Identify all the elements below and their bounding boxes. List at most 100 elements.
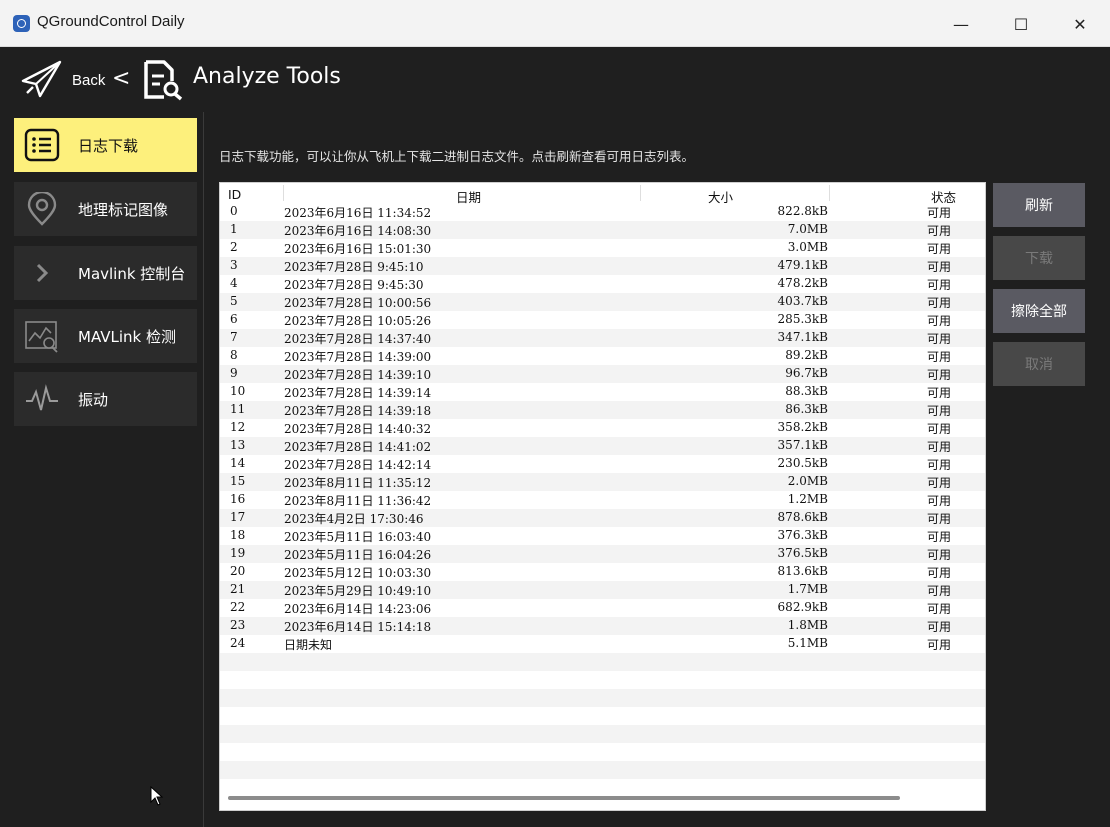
table-row[interactable]: 16 2023年8月11日 11:36:42 1.2MB 可用: [220, 491, 985, 509]
page-title: Analyze Tools: [193, 64, 341, 89]
cell-size: 822.8kB: [777, 204, 828, 218]
cell-size: 86.3kB: [785, 402, 828, 416]
table-row[interactable]: 14 2023年7月28日 14:42:14 230.5kB 可用: [220, 455, 985, 473]
table-row[interactable]: 13 2023年7月28日 14:41:02 357.1kB 可用: [220, 437, 985, 455]
table-row[interactable]: 8 2023年7月28日 14:39:00 89.2kB 可用: [220, 347, 985, 365]
cell-size: 682.9kB: [777, 600, 828, 614]
cell-status: 可用: [927, 494, 952, 508]
cell-size: 813.6kB: [777, 564, 828, 578]
cell-id: 15: [230, 474, 246, 488]
maximize-button[interactable]: ☐: [998, 8, 1044, 40]
back-button[interactable]: Back: [72, 72, 105, 89]
table-row[interactable]: [220, 689, 985, 707]
cell-date: 2023年5月11日 16:03:40: [284, 530, 432, 544]
table-row[interactable]: 18 2023年5月11日 16:03:40 376.3kB 可用: [220, 527, 985, 545]
cell-id: 5: [230, 294, 238, 308]
table-row[interactable]: 21 2023年5月29日 10:49:10 1.7MB 可用: [220, 581, 985, 599]
chart-inspect-icon: [25, 321, 58, 353]
cell-date: 2023年5月12日 10:03:30: [284, 566, 432, 580]
sidebar-item-label: MAVLink 检测: [78, 328, 176, 346]
table-row[interactable]: 9 2023年7月28日 14:39:10 96.7kB 可用: [220, 365, 985, 383]
table-row[interactable]: [220, 653, 985, 671]
cell-date: 2023年7月28日 14:39:14: [284, 386, 432, 400]
refresh-button[interactable]: 刷新: [993, 183, 1085, 227]
sidebar-item-mavlink-inspector[interactable]: MAVLink 检测: [14, 309, 197, 363]
table-row[interactable]: 3 2023年7月28日 9:45:10 479.1kB 可用: [220, 257, 985, 275]
window-title: QGroundControl Daily: [37, 13, 185, 30]
table-row[interactable]: 5 2023年7月28日 10:00:56 403.7kB 可用: [220, 293, 985, 311]
erase-all-button[interactable]: 擦除全部: [993, 289, 1085, 333]
table-row[interactable]: [220, 761, 985, 779]
sidebar-item-mavlink-console[interactable]: Mavlink 控制台: [14, 246, 197, 300]
log-download-description: 日志下载功能，可以让你从飞机上下载二进制日志文件。点击刷新查看可用日志列表。: [219, 149, 695, 164]
table-row[interactable]: 12 2023年7月28日 14:40:32 358.2kB 可用: [220, 419, 985, 437]
column-header-id[interactable]: ID: [228, 187, 241, 202]
cell-status: 可用: [927, 242, 952, 256]
cell-date: 2023年8月11日 11:35:12: [284, 476, 432, 490]
cell-size: 347.1kB: [777, 330, 828, 344]
cancel-button[interactable]: 取消: [993, 342, 1085, 386]
cell-id: 9: [230, 366, 238, 380]
cell-status: 可用: [927, 620, 952, 634]
cell-id: 16: [230, 492, 246, 506]
cell-date: 2023年4月2日 17:30:46: [284, 512, 424, 526]
table-row[interactable]: 1 2023年6月16日 14:08:30 7.0MB 可用: [220, 221, 985, 239]
table-row[interactable]: 4 2023年7月28日 9:45:30 478.2kB 可用: [220, 275, 985, 293]
cell-id: 7: [230, 330, 238, 344]
table-row[interactable]: [220, 725, 985, 743]
table-body: 0 2023年6月16日 11:34:52 822.8kB 可用 1 2023年6月16日…: [220, 203, 985, 797]
table-row[interactable]: 2 2023年6月16日 15:01:30 3.0MB 可用: [220, 239, 985, 257]
table-row[interactable]: 11 2023年7月28日 14:39:18 86.3kB 可用: [220, 401, 985, 419]
table-row[interactable]: 6 2023年7月28日 10:05:26 285.3kB 可用: [220, 311, 985, 329]
cell-date: 2023年7月28日 14:41:02: [284, 440, 432, 454]
table-row[interactable]: [220, 671, 985, 689]
cell-date: 2023年6月16日 14:08:30: [284, 224, 432, 238]
minimize-button[interactable]: —: [938, 8, 984, 40]
cell-id: 20: [230, 564, 246, 578]
cell-status: 可用: [927, 404, 952, 418]
cell-status: 可用: [927, 224, 952, 238]
document-search-icon: [144, 60, 183, 101]
table-row[interactable]: 20 2023年5月12日 10:03:30 813.6kB 可用: [220, 563, 985, 581]
cell-size: 376.5kB: [777, 546, 828, 560]
cell-date: 2023年7月28日 14:39:10: [284, 368, 432, 382]
cell-status: 可用: [927, 476, 952, 490]
breadcrumb-separator: <: [112, 66, 131, 91]
cell-date: 2023年6月14日 14:23:06: [284, 602, 432, 616]
cell-size: 1.2MB: [787, 492, 828, 506]
sidebar-item-geotag-images[interactable]: 地理标记图像: [14, 182, 197, 236]
cell-id: 18: [230, 528, 246, 542]
cell-status: 可用: [927, 386, 952, 400]
table-row[interactable]: 10 2023年7月28日 14:39:14 88.3kB 可用: [220, 383, 985, 401]
table-row[interactable]: 15 2023年8月11日 11:35:12 2.0MB 可用: [220, 473, 985, 491]
cell-status: 可用: [927, 530, 952, 544]
cell-date: 2023年5月11日 16:04:26: [284, 548, 432, 562]
cell-date: 日期未知: [284, 638, 333, 652]
sidebar-item-vibration[interactable]: 振动: [14, 372, 197, 426]
cell-id: 10: [230, 384, 246, 398]
table-row[interactable]: 17 2023年4月2日 17:30:46 878.6kB 可用: [220, 509, 985, 527]
cell-date: 2023年6月16日 11:34:52: [284, 206, 432, 220]
table-row[interactable]: [220, 707, 985, 725]
cell-status: 可用: [927, 512, 952, 526]
cell-size: 5.1MB: [787, 636, 828, 650]
cell-size: 230.5kB: [777, 456, 828, 470]
cell-status: 可用: [927, 458, 952, 472]
horizontal-scrollbar[interactable]: [228, 796, 900, 800]
sidebar-item-log-download[interactable]: 日志下载: [14, 118, 197, 172]
column-separator: [283, 185, 284, 201]
download-button[interactable]: 下载: [993, 236, 1085, 280]
close-button[interactable]: ✕: [1057, 8, 1103, 40]
cell-id: 22: [230, 600, 246, 614]
table-row[interactable]: 7 2023年7月28日 14:37:40 347.1kB 可用: [220, 329, 985, 347]
cell-id: 11: [230, 402, 246, 416]
paper-plane-icon[interactable]: [20, 59, 64, 99]
cell-id: 14: [230, 456, 246, 470]
table-row[interactable]: [220, 779, 985, 797]
table-row[interactable]: 23 2023年6月14日 15:14:18 1.8MB 可用: [220, 617, 985, 635]
table-row[interactable]: [220, 743, 985, 761]
table-row[interactable]: 24 日期未知 5.1MB 可用: [220, 635, 985, 653]
table-row[interactable]: 19 2023年5月11日 16:04:26 376.5kB 可用: [220, 545, 985, 563]
table-row[interactable]: 22 2023年6月14日 14:23:06 682.9kB 可用: [220, 599, 985, 617]
table-row[interactable]: 0 2023年6月16日 11:34:52 822.8kB 可用: [220, 203, 985, 221]
